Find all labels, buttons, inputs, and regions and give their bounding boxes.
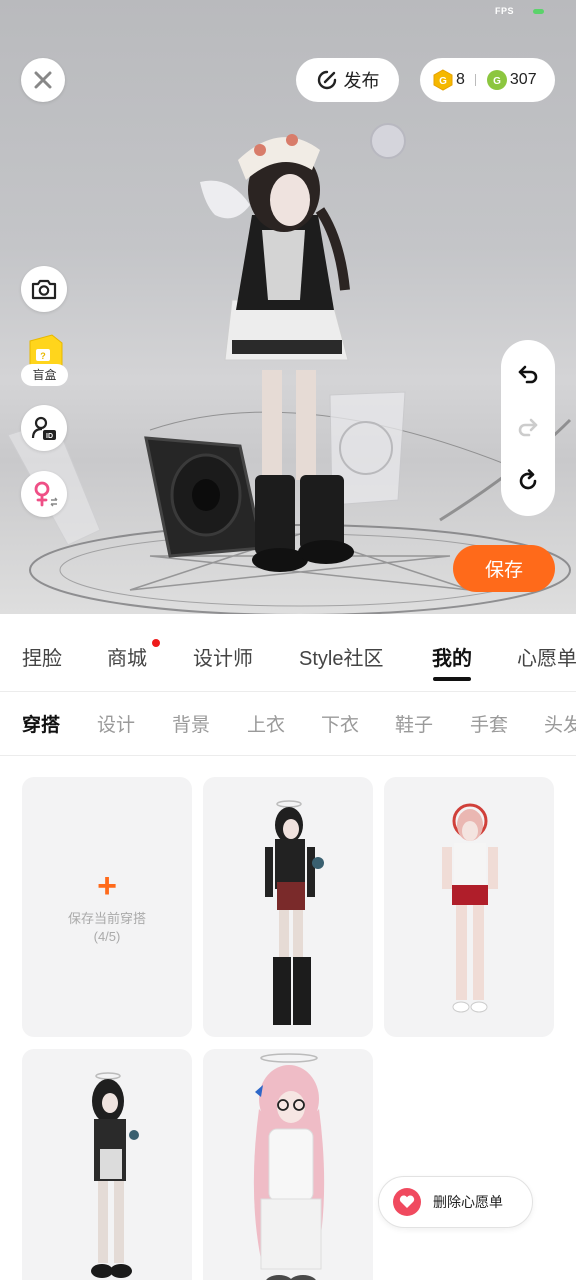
- publish-label: 发布: [343, 71, 380, 91]
- outfit-thumbnail: [91, 1072, 139, 1278]
- currency-divider: [474, 74, 476, 86]
- subtab-hair[interactable]: 头发: [544, 710, 576, 737]
- tab-shop[interactable]: 商城: [107, 642, 147, 671]
- reset-icon[interactable]: [516, 469, 540, 493]
- subtab-bottoms[interactable]: 下衣: [321, 710, 359, 737]
- subtab-outfit[interactable]: 穿搭: [22, 710, 60, 737]
- outfit-thumbnail: [442, 803, 498, 1013]
- undo-icon[interactable]: [516, 363, 540, 387]
- gender-switch-button[interactable]: [21, 471, 67, 517]
- tab-designer[interactable]: 设计师: [193, 642, 253, 671]
- camera-icon: [31, 279, 57, 300]
- publish-icon: [317, 70, 336, 90]
- svg-text:G: G: [493, 76, 501, 87]
- avatar-id-button[interactable]: ID: [21, 405, 67, 451]
- save-outfit-card[interactable]: + 保存当前穿搭 (4/5): [22, 777, 192, 1037]
- subtab-gloves[interactable]: 手套: [470, 710, 508, 737]
- subtab-design[interactable]: 设计: [97, 710, 135, 737]
- svg-text:?: ?: [40, 351, 46, 361]
- plus-icon: +: [97, 867, 117, 905]
- camera-button[interactable]: [21, 266, 67, 312]
- tab-wishlist[interactable]: 心愿单: [517, 642, 576, 671]
- shop-notification-badge: [152, 639, 160, 647]
- user-id-icon: ID: [31, 416, 56, 440]
- gold-coin-icon: G: [433, 69, 453, 91]
- outfit-card[interactable]: [203, 777, 373, 1037]
- tab-mine[interactable]: 我的: [432, 642, 472, 671]
- outfit-card[interactable]: [384, 777, 554, 1037]
- heart-icon: [393, 1188, 421, 1216]
- female-icon: [34, 481, 58, 507]
- svg-text:ID: ID: [46, 433, 53, 440]
- tab-face[interactable]: 捏脸: [22, 642, 62, 671]
- save-button[interactable]: 保存: [453, 545, 555, 592]
- remove-wishlist-button[interactable]: 删除心愿单: [378, 1176, 533, 1228]
- subtab-background[interactable]: 背景: [172, 710, 210, 737]
- outfit-thumbnail: [265, 800, 324, 1025]
- heart-glyph-icon: [399, 1195, 415, 1208]
- gold-coin-count: 8: [456, 71, 465, 88]
- active-tab-indicator: [433, 677, 471, 681]
- currency-balance[interactable]: G 8 G 307: [420, 58, 555, 102]
- close-icon: [34, 71, 52, 89]
- save-outfit-label: 保存当前穿搭: [67, 911, 146, 926]
- close-button[interactable]: [21, 58, 65, 102]
- avatar-viewport[interactable]: FPS 发布 G 8 G 307 ? 盲盒 ID 保存: [0, 0, 576, 614]
- redo-icon[interactable]: [516, 416, 540, 440]
- history-controls: [501, 340, 555, 516]
- remove-wishlist-label: 删除心愿单: [433, 1194, 503, 1210]
- publish-button[interactable]: 发布: [296, 58, 399, 102]
- outfit-card[interactable]: [22, 1049, 192, 1280]
- outfit-thumbnail: [253, 1053, 325, 1280]
- tab-style-community[interactable]: Style社区: [299, 642, 383, 671]
- green-coin-count: 307: [509, 71, 537, 88]
- blind-box-label[interactable]: 盲盒: [21, 364, 68, 386]
- fps-indicator: FPS: [495, 6, 515, 16]
- main-tabs: 捏脸 商城 设计师 Style社区 我的 心愿单: [0, 614, 576, 692]
- subtab-shoes[interactable]: 鞋子: [395, 710, 433, 737]
- category-tabs: 穿搭 设计 背景 上衣 下衣 鞋子 手套 头发: [0, 692, 576, 756]
- svg-text:G: G: [439, 76, 447, 87]
- outfit-slot-count: (4/5): [93, 929, 121, 944]
- status-indicator: [533, 9, 544, 14]
- subtab-tops[interactable]: 上衣: [247, 710, 285, 737]
- green-coin-icon: G: [486, 70, 507, 90]
- outfit-card[interactable]: [203, 1049, 373, 1280]
